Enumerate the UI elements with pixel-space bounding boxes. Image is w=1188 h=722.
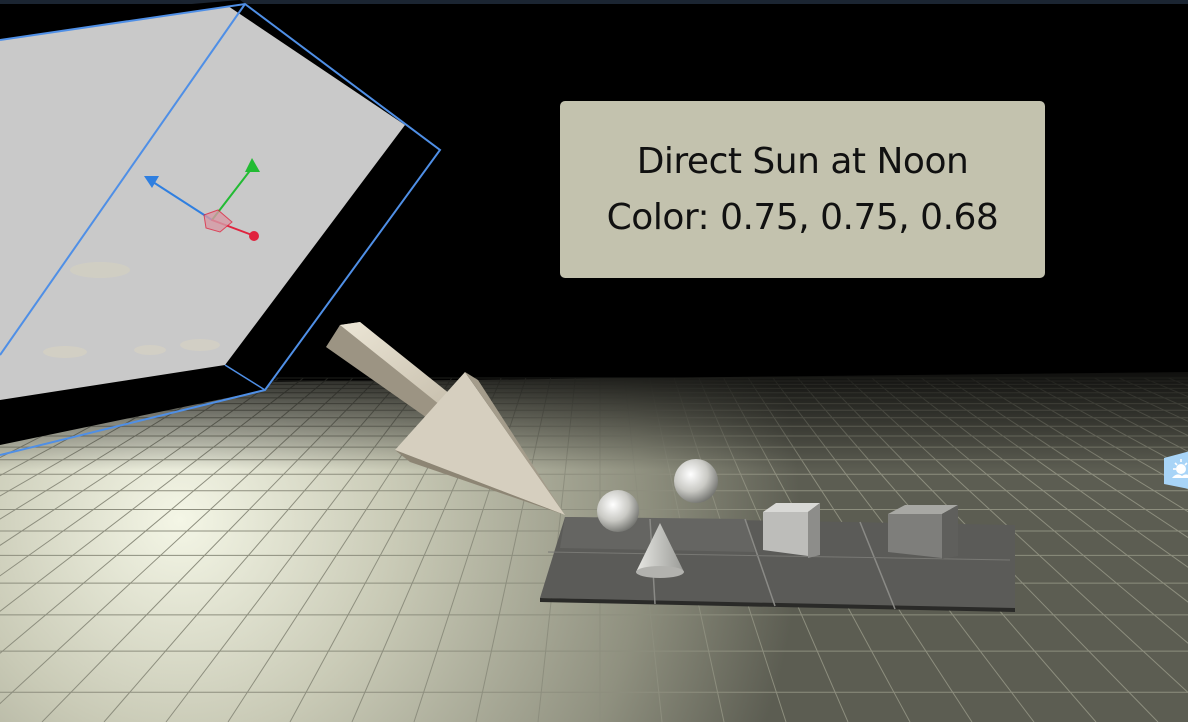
light-color-value: Color: 0.75, 0.75, 0.68	[606, 196, 999, 238]
sphere-object[interactable]	[597, 490, 639, 532]
cube-object[interactable]	[888, 505, 958, 559]
weather-sun-icon[interactable]	[1164, 450, 1188, 490]
light-info-panel: Direct Sun at Noon Color: 0.75, 0.75, 0.…	[560, 101, 1045, 278]
cube-object[interactable]	[763, 503, 820, 558]
light-title: Direct Sun at Noon	[636, 140, 969, 182]
sphere-object[interactable]	[674, 459, 718, 503]
